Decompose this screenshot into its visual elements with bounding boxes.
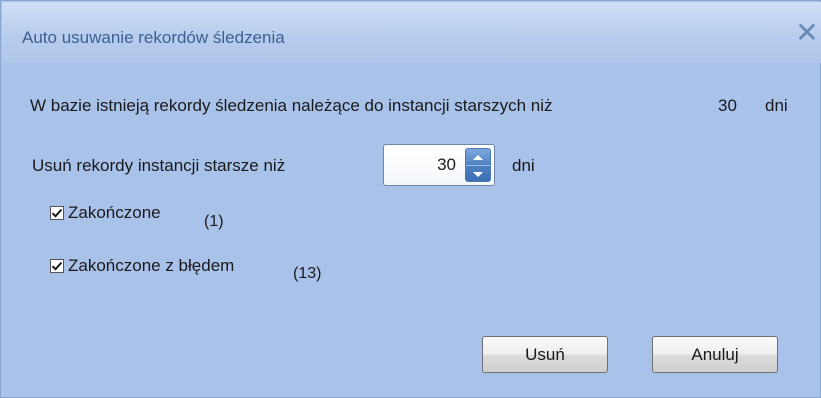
delete-older-label: Usuń rekordy instancji starsze niż [32, 156, 286, 175]
checkbox-completed-with-error-label[interactable]: Zakończone z błędem [68, 256, 234, 276]
delete-older-unit: dni [512, 156, 535, 175]
delete-button[interactable]: Usuń [482, 336, 608, 373]
info-unit: dni [765, 96, 788, 115]
spin-buttons [465, 148, 491, 182]
spin-down-button[interactable] [466, 165, 490, 182]
info-text: W bazie istnieją rekordy śledzenia należ… [30, 96, 553, 115]
arrow-up-icon [473, 154, 483, 160]
checkmark-icon [51, 261, 63, 271]
days-spinner[interactable]: 30 [383, 144, 495, 186]
days-spinner-value[interactable]: 30 [437, 155, 456, 175]
spin-up-button[interactable] [466, 149, 490, 165]
completed-count: (1) [204, 213, 224, 230]
cancel-button[interactable]: Anuluj [652, 336, 778, 373]
checkmark-icon [51, 208, 63, 218]
info-value: 30 [718, 96, 737, 115]
checkbox-completed-with-error[interactable] [50, 259, 64, 273]
close-icon[interactable]: ✕ [794, 15, 820, 49]
checkbox-completed[interactable] [50, 206, 64, 220]
arrow-down-icon [473, 171, 483, 177]
checkbox-completed-label[interactable]: Zakończone [68, 203, 161, 223]
completed-with-error-count: (13) [293, 265, 322, 282]
title-bar: Auto usuwanie rekordów śledzenia [2, 2, 821, 64]
window-title: Auto usuwanie rekordów śledzenia [22, 28, 285, 47]
